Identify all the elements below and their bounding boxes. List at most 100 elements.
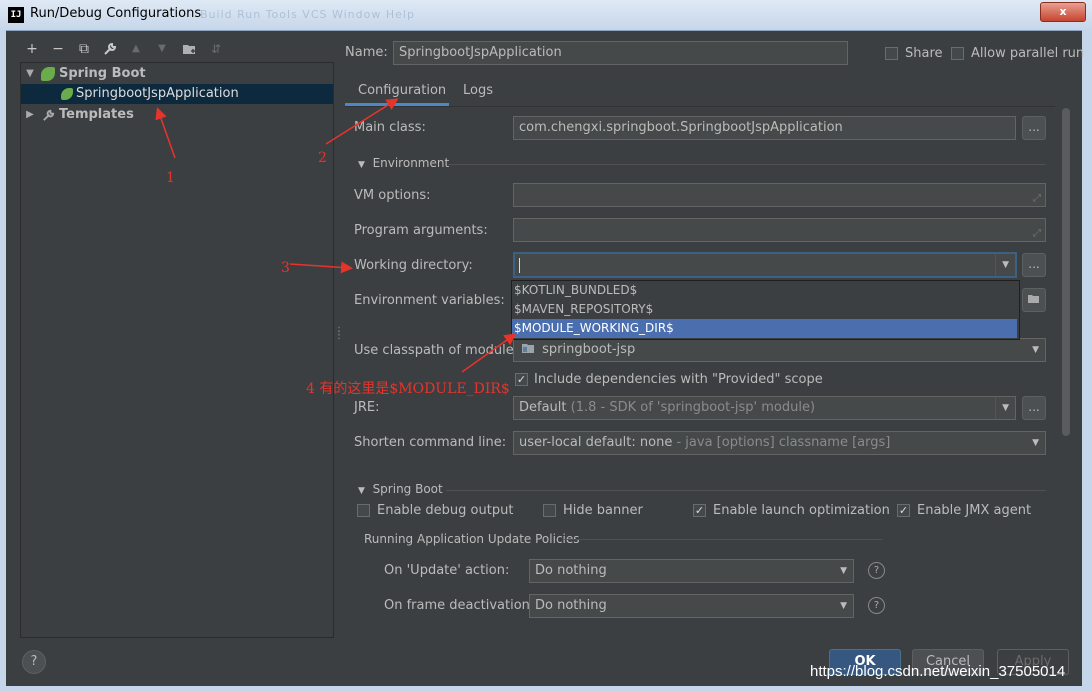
chevron-down-icon[interactable]: ▼ <box>1032 432 1039 454</box>
spring-boot-icon <box>41 67 55 81</box>
spring-boot-section-label: Spring Boot <box>372 482 443 496</box>
chevron-down-icon[interactable]: ▼ <box>840 595 847 617</box>
jre-browse-button[interactable]: ... <box>1022 396 1046 420</box>
spring-boot-separator <box>446 490 1046 491</box>
question-icon[interactable]: ? <box>868 597 885 614</box>
working-dir-browse-button[interactable]: ... <box>1022 253 1046 277</box>
tree-node-spring-boot[interactable]: ▼ Spring Boot <box>21 64 333 84</box>
tree-node-templates[interactable]: ▶ Templates <box>21 105 333 125</box>
annotation-3: 3 <box>281 260 290 276</box>
share-label: Share <box>905 46 943 61</box>
config-tree: ▼ Spring Boot SpringbootJspApplication ▶… <box>20 62 334 638</box>
tree-node-app[interactable]: SpringbootJspApplication <box>21 84 333 104</box>
parallel-run-label: Allow parallel run <box>971 46 1085 61</box>
module-folder-icon <box>522 344 534 353</box>
window-frame-right <box>1082 30 1092 692</box>
edit-defaults-icon[interactable] <box>100 38 120 60</box>
include-deps-label: Include dependencies with "Provided" sco… <box>534 372 823 387</box>
expand-icon[interactable]: ⤢ <box>1033 188 1041 206</box>
environment-separator <box>448 164 1046 165</box>
update-action-label: On 'Update' action: <box>384 563 510 578</box>
spring-boot-section[interactable]: ▼ Spring Boot <box>358 482 443 496</box>
section-collapse-icon: ▼ <box>358 486 365 496</box>
intellij-icon: IJ <box>8 7 24 23</box>
parallel-run-checkbox[interactable] <box>951 47 964 60</box>
remove-config-icon[interactable]: − <box>48 38 68 60</box>
window-frame-bottom <box>0 686 1092 692</box>
jmx-agent-label: Enable JMX agent <box>917 503 1032 518</box>
working-dir-combo[interactable]: ▼ <box>513 252 1017 278</box>
jre-label: JRE: <box>354 400 380 415</box>
vm-options-field[interactable]: ⤢ <box>513 183 1046 207</box>
jre-hint: (1.8 - SDK of 'springboot-jsp' module) <box>570 400 816 415</box>
frame-deactivation-select[interactable]: Do nothing ▼ <box>529 594 854 618</box>
text-caret <box>519 258 520 273</box>
program-args-label: Program arguments: <box>354 223 488 238</box>
main-class-field[interactable]: com.chengxi.springboot.SpringbootJspAppl… <box>513 116 1016 140</box>
environment-section-label: Environment <box>372 156 450 170</box>
help-button[interactable]: ? <box>22 650 46 674</box>
chevron-down-icon[interactable]: ▼ <box>840 560 847 582</box>
splitter-grip-icon[interactable]: ⋮ ⋮ <box>334 327 344 341</box>
classpath-module-select[interactable]: springboot-jsp ▼ <box>513 338 1046 362</box>
jmx-agent-checkbox[interactable]: ✓ <box>897 504 910 517</box>
chevron-down-icon[interactable]: ▼ <box>995 397 1009 419</box>
move-up-icon[interactable]: ▲ <box>126 38 146 60</box>
frame-deactivation-label: On frame deactivation: <box>384 598 535 613</box>
tab-logs[interactable]: Logs <box>463 80 493 106</box>
launch-optimization-checkbox[interactable]: ✓ <box>693 504 706 517</box>
environment-section[interactable]: ▼ Environment <box>358 156 449 170</box>
window-menu-blurred: Build Run Tools VCS Window Help <box>200 8 415 21</box>
move-down-icon[interactable]: ▼ <box>152 38 172 60</box>
include-deps-checkbox[interactable]: ✓ <box>515 373 528 386</box>
env-vars-label: Environment variables: <box>354 293 505 308</box>
annotation-1: 1 <box>166 170 175 186</box>
update-policies-label: Running Application Update Policies <box>364 532 580 546</box>
classpath-module-value: springboot-jsp <box>542 342 636 357</box>
tree-label-spring-boot: Spring Boot <box>59 66 146 81</box>
wrench-icon <box>42 105 56 129</box>
debug-output-checkbox[interactable] <box>357 504 370 517</box>
main-class-label: Main class: <box>354 120 426 135</box>
working-dir-option-selected[interactable]: $MODULE_WORKING_DIR$ <box>512 319 1017 338</box>
title-bar: IJ Run/Debug Configurations Build Run To… <box>0 0 1092 31</box>
shorten-cmd-hint: - java [options] classname [args] <box>676 435 891 450</box>
question-icon[interactable]: ? <box>868 562 885 579</box>
main-class-browse-button[interactable]: ... <box>1022 116 1046 140</box>
expanded-arrow-icon[interactable]: ▼ <box>24 64 36 84</box>
update-action-value: Do nothing <box>535 563 607 578</box>
tab-separator <box>345 106 1055 107</box>
watermark: https://blog.csdn.net/weixin_37505014 <box>810 663 1066 680</box>
annotation-4: 4 有的这里是$MODULE_DIR$ <box>306 381 510 397</box>
collapsed-arrow-icon[interactable]: ▶ <box>24 105 36 125</box>
copy-config-icon[interactable]: ⧉ <box>74 38 94 60</box>
debug-output-label: Enable debug output <box>377 503 514 518</box>
env-vars-folder-icon[interactable] <box>1022 288 1046 312</box>
section-collapse-icon: ▼ <box>358 160 365 170</box>
name-field[interactable]: SpringbootJspApplication <box>393 41 848 65</box>
jre-select[interactable]: Default (1.8 - SDK of 'springboot-jsp' m… <box>513 396 1016 420</box>
config-scrollbar[interactable] <box>1062 108 1070 436</box>
update-action-select[interactable]: Do nothing ▼ <box>529 559 854 583</box>
hide-banner-label: Hide banner <box>563 503 643 518</box>
expand-icon[interactable]: ⤢ <box>1033 223 1041 241</box>
share-checkbox[interactable] <box>885 47 898 60</box>
jre-value: Default <box>519 400 567 415</box>
working-dir-dropdown: $KOTLIN_BUNDLED$ $MAVEN_REPOSITORY$ $MOD… <box>511 280 1020 340</box>
working-dir-option[interactable]: $MAVEN_REPOSITORY$ <box>512 300 1017 319</box>
annotation-2: 2 <box>318 150 327 166</box>
sort-icon[interactable]: ⇵ <box>206 38 226 60</box>
program-args-field[interactable]: ⤢ <box>513 218 1046 242</box>
chevron-down-icon[interactable]: ▼ <box>1032 339 1039 361</box>
new-folder-icon[interactable] <box>180 38 200 60</box>
window-frame-left <box>0 30 6 692</box>
add-config-icon[interactable]: + <box>22 38 42 60</box>
frame-deactivation-value: Do nothing <box>535 598 607 613</box>
shorten-cmd-value: user-local default: none <box>519 435 673 450</box>
shorten-cmd-select[interactable]: user-local default: none - java [options… <box>513 431 1046 455</box>
working-dir-option[interactable]: $KOTLIN_BUNDLED$ <box>512 281 1017 300</box>
hide-banner-checkbox[interactable] <box>543 504 556 517</box>
tree-label-templates: Templates <box>59 107 134 122</box>
close-window-button[interactable]: x <box>1040 2 1086 22</box>
chevron-down-icon[interactable]: ▼ <box>995 254 1009 276</box>
